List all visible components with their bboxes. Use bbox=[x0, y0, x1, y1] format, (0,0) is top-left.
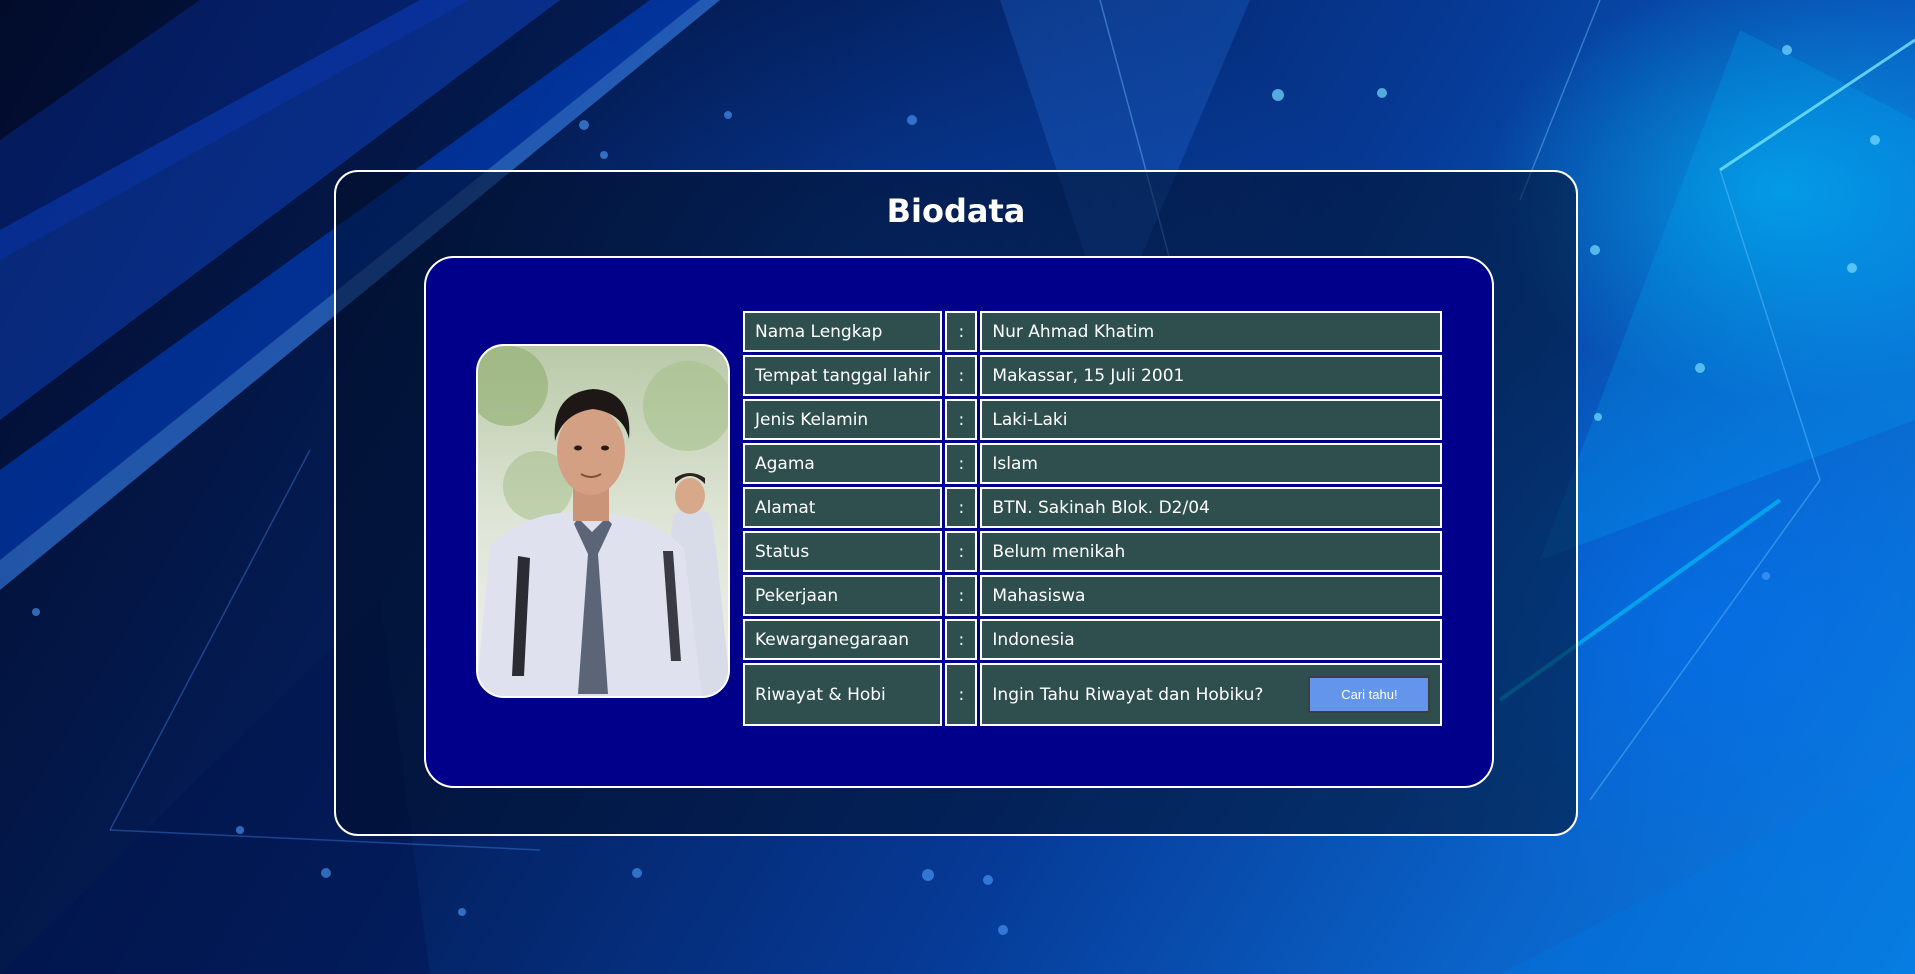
row-value: Indonesia bbox=[980, 619, 1443, 660]
row-separator: : bbox=[945, 399, 978, 440]
table-row: Jenis Kelamin : Laki-Laki bbox=[743, 399, 1443, 440]
biodata-table: Nama Lengkap : Nur Ahmad Khatim Tempat t… bbox=[740, 308, 1445, 729]
row-label: Alamat bbox=[743, 487, 943, 528]
row-separator: : bbox=[945, 443, 978, 484]
row-value: BTN. Sakinah Blok. D2/04 bbox=[980, 487, 1443, 528]
row-label: Jenis Kelamin bbox=[743, 399, 943, 440]
row-value: Makassar, 15 Juli 2001 bbox=[980, 355, 1443, 396]
row-value-cell: Ingin Tahu Riwayat dan Hobiku? Cari tahu… bbox=[980, 663, 1443, 726]
history-hobby-cell: Ingin Tahu Riwayat dan Hobiku? Cari tahu… bbox=[992, 676, 1431, 713]
row-value: Belum menikah bbox=[980, 531, 1443, 572]
history-hobby-prompt: Ingin Tahu Riwayat dan Hobiku? bbox=[992, 684, 1264, 705]
row-separator: : bbox=[945, 531, 978, 572]
table-row: Agama : Islam bbox=[743, 443, 1443, 484]
row-separator: : bbox=[945, 619, 978, 660]
table-row: Pekerjaan : Mahasiswa bbox=[743, 575, 1443, 616]
profile-photo bbox=[476, 344, 730, 698]
row-value: Laki-Laki bbox=[980, 399, 1443, 440]
row-separator: : bbox=[945, 355, 978, 396]
row-separator: : bbox=[945, 663, 978, 726]
row-separator: : bbox=[945, 575, 978, 616]
row-label: Status bbox=[743, 531, 943, 572]
table-row: Kewarganegaraan : Indonesia bbox=[743, 619, 1443, 660]
row-value: Nur Ahmad Khatim bbox=[980, 311, 1443, 352]
table-row: Alamat : BTN. Sakinah Blok. D2/04 bbox=[743, 487, 1443, 528]
table-row: Tempat tanggal lahir : Makassar, 15 Juli… bbox=[743, 355, 1443, 396]
row-label: Nama Lengkap bbox=[743, 311, 943, 352]
row-separator: : bbox=[945, 487, 978, 528]
table-row: Status : Belum menikah bbox=[743, 531, 1443, 572]
row-label: Pekerjaan bbox=[743, 575, 943, 616]
row-value: Islam bbox=[980, 443, 1443, 484]
row-label: Riwayat & Hobi bbox=[743, 663, 943, 726]
row-separator: : bbox=[945, 311, 978, 352]
row-label: Agama bbox=[743, 443, 943, 484]
profile-panel: Nama Lengkap : Nur Ahmad Khatim Tempat t… bbox=[424, 256, 1494, 788]
table-row: Riwayat & Hobi : Ingin Tahu Riwayat dan … bbox=[743, 663, 1443, 726]
biodata-card: Biodata Nama Lengkap: Nur Ahmad Khatim … bbox=[334, 170, 1578, 836]
table-row: Nama Lengkap : Nur Ahmad Khatim bbox=[743, 311, 1443, 352]
page-title: Biodata bbox=[886, 192, 1026, 230]
find-out-button[interactable]: Cari tahu! bbox=[1308, 676, 1431, 713]
row-value: Mahasiswa bbox=[980, 575, 1443, 616]
row-label: Kewarganegaraan bbox=[743, 619, 943, 660]
row-label: Tempat tanggal lahir bbox=[743, 355, 943, 396]
